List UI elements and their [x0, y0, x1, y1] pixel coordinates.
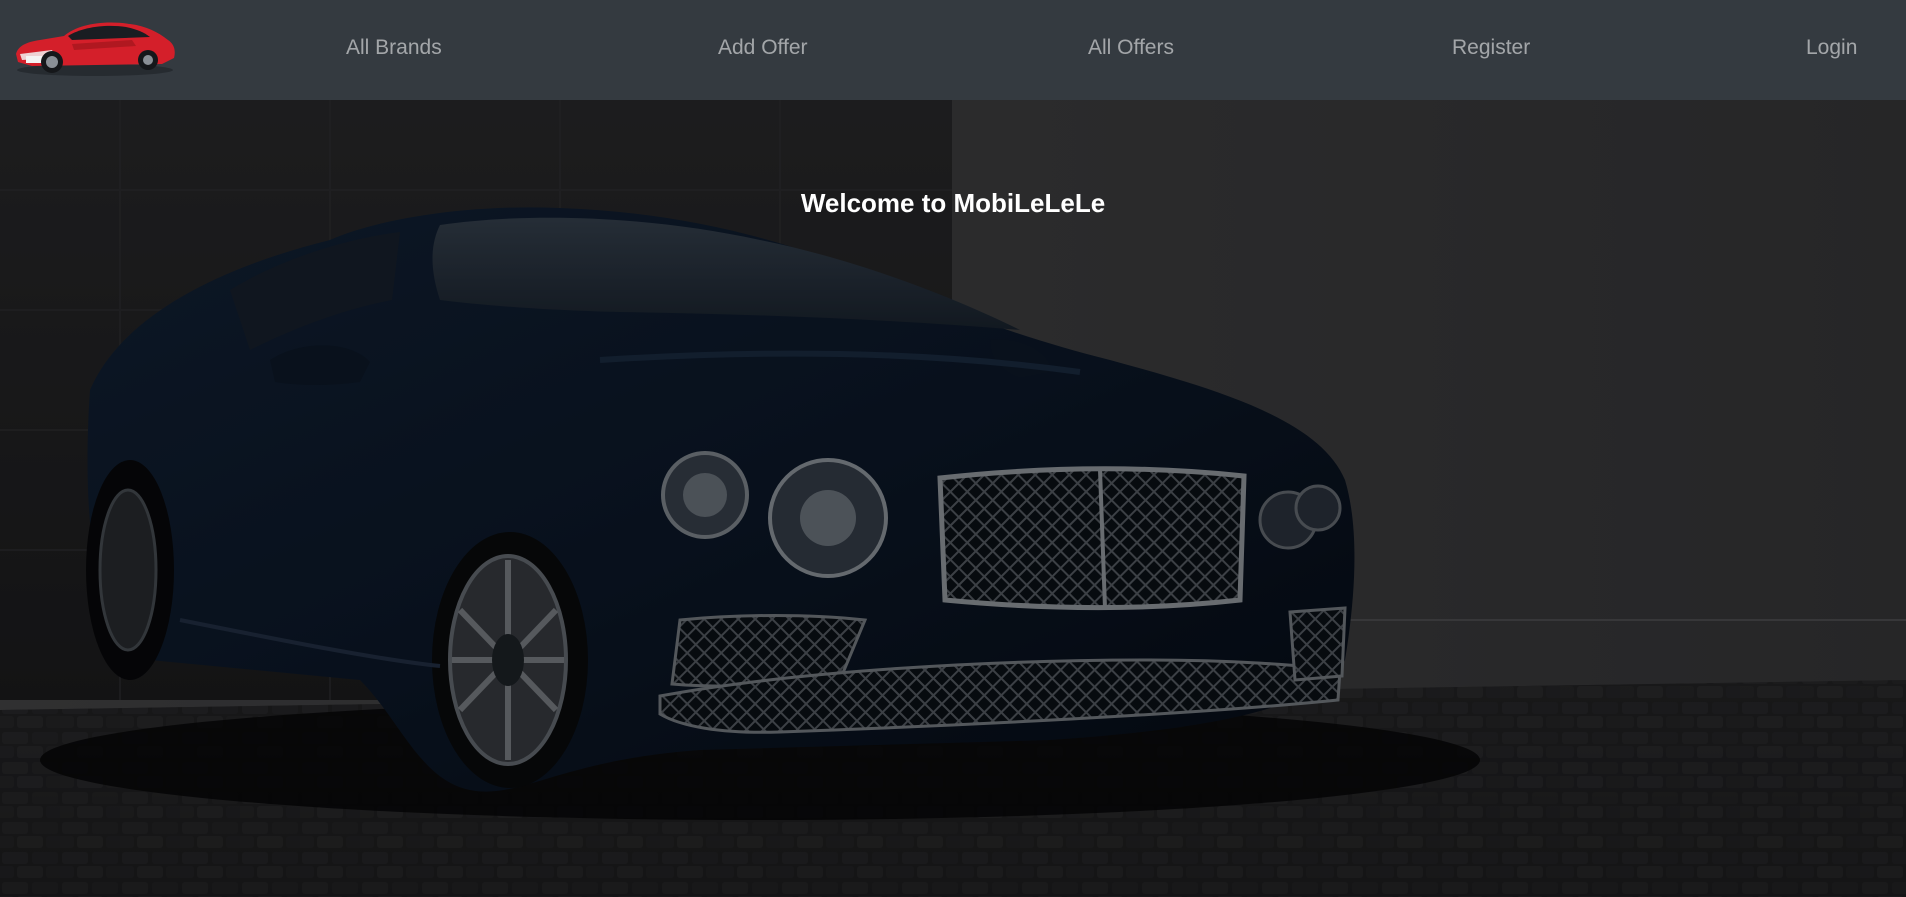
logo-car-icon[interactable]	[12, 10, 178, 80]
top-navbar: All Brands Add Offer All Offers Register…	[0, 0, 1906, 100]
nav-login-link[interactable]: Login	[1806, 36, 1857, 60]
hero-section: Welcome to MobiLeLeLe	[0, 100, 1906, 897]
nav-register-link[interactable]: Register	[1452, 36, 1530, 60]
nav-all-offers-link[interactable]: All Offers	[1088, 36, 1174, 60]
nav-all-brands-link[interactable]: All Brands	[346, 36, 442, 60]
nav-add-offer-link[interactable]: Add Offer	[718, 36, 808, 60]
hero-welcome-title: Welcome to MobiLeLeLe	[800, 188, 1106, 218]
